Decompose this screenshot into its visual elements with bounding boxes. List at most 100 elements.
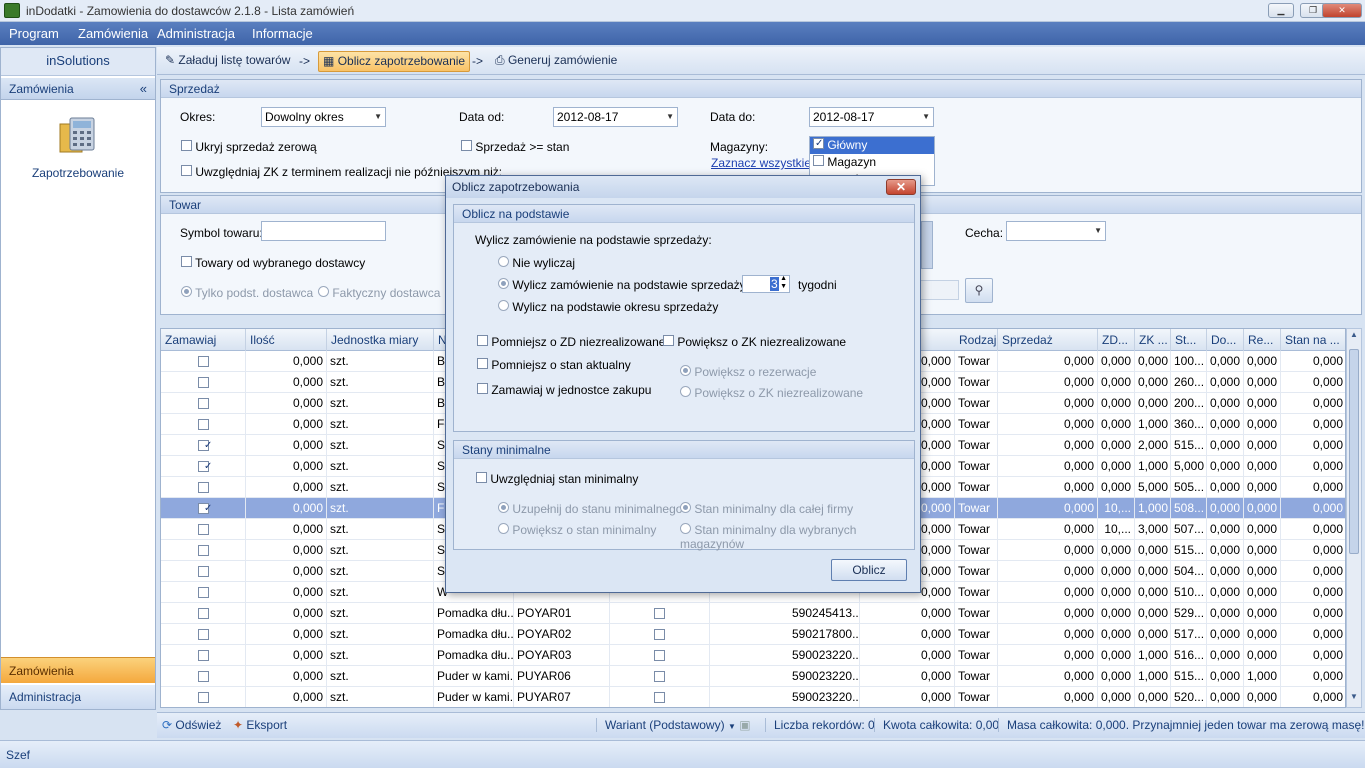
- feature-select[interactable]: ▼: [1006, 221, 1106, 241]
- period-select[interactable]: Dowolny okres ▼: [261, 107, 386, 127]
- spin-arrows-icon[interactable]: ▲ ▼: [780, 275, 787, 291]
- symbol-input[interactable]: [261, 221, 386, 241]
- row-checkbox[interactable]: [197, 566, 209, 578]
- date-to-picker[interactable]: 2012-08-17 ▼: [809, 107, 934, 127]
- warehouse-item-glowny[interactable]: Główny: [810, 137, 934, 154]
- calc-demand-button[interactable]: ▦ Oblicz zapotrzebowanie: [318, 51, 471, 72]
- radio-dot[interactable]: [680, 502, 691, 513]
- scroll-up-icon[interactable]: ▲: [1348, 330, 1360, 344]
- from-supplier-checkbox[interactable]: Towary od wybranego dostawcy: [181, 256, 365, 270]
- select-all-link[interactable]: Zaznacz wszystkie: [711, 156, 811, 170]
- menu-program[interactable]: Program: [5, 22, 63, 45]
- date-from-picker[interactable]: 2012-08-17 ▼: [553, 107, 678, 127]
- row-checkbox[interactable]: [197, 440, 209, 452]
- checkbox-box[interactable]: [477, 358, 488, 369]
- load-products-button[interactable]: ✎ Załaduj listę towarów: [161, 51, 294, 72]
- row-checkbox[interactable]: [197, 524, 209, 536]
- row-checkbox[interactable]: [654, 608, 665, 620]
- min-inc-radio[interactable]: Powiększ o stan minimalny: [498, 523, 656, 537]
- menu-informacje[interactable]: Informacje: [248, 22, 317, 45]
- menu-administracja[interactable]: Administracja: [153, 22, 239, 45]
- row-checkbox[interactable]: [197, 419, 209, 431]
- opt-none-radio[interactable]: Nie wyliczaj: [498, 256, 575, 270]
- col-stan[interactable]: Stan na ...: [1281, 329, 1345, 351]
- row-checkbox[interactable]: [197, 608, 209, 620]
- row-checkbox[interactable]: [197, 377, 209, 389]
- collapse-icon[interactable]: «: [140, 78, 147, 100]
- radio-dot[interactable]: [318, 286, 329, 297]
- actual-supplier-radio[interactable]: Faktyczny dostawca: [318, 286, 440, 300]
- row-checkbox[interactable]: [654, 650, 665, 662]
- radio-dot[interactable]: [498, 300, 509, 311]
- opt-weeks-radio[interactable]: Wylicz zamówienie na podstawie sprzedaży…: [498, 278, 762, 292]
- inc-zk2-radio[interactable]: Powiększ o ZK niezrealizowane: [680, 386, 863, 400]
- radio-dot[interactable]: [498, 278, 509, 289]
- col-ilosc[interactable]: Ilość: [246, 329, 327, 351]
- table-row[interactable]: 0,000 szt. Puder w kami... PUYAR07 590023220…: [161, 687, 1345, 707]
- opt-period-radio[interactable]: Wylicz na podstawie okresu sprzedaży: [498, 300, 718, 314]
- inc-reservation-radio[interactable]: Powiększ o rezerwacje: [680, 365, 816, 379]
- radio-dot[interactable]: [680, 386, 691, 397]
- refresh-button[interactable]: ⟳ Odśwież: [162, 718, 221, 732]
- list-scroll[interactable]: [921, 221, 933, 269]
- row-checkbox[interactable]: [197, 692, 209, 704]
- radio-dot[interactable]: [680, 523, 691, 534]
- col-re[interactable]: Re...: [1244, 329, 1281, 351]
- checkbox-box[interactable]: [813, 138, 824, 149]
- radio-dot[interactable]: [498, 502, 509, 513]
- export-button[interactable]: ✦ Eksport: [233, 718, 287, 732]
- min-selected-radio[interactable]: Stan minimalny dla wybranych magazynów: [680, 523, 914, 551]
- row-checkbox[interactable]: [197, 356, 209, 368]
- row-checkbox[interactable]: [654, 629, 665, 641]
- hide-zero-checkbox[interactable]: Ukryj sprzedaż zerową: [181, 140, 317, 154]
- row-checkbox[interactable]: [197, 629, 209, 641]
- checkbox-box[interactable]: [813, 155, 824, 166]
- grid-scrollbar[interactable]: ▲ ▼: [1346, 328, 1362, 708]
- sales-ge-stock-checkbox[interactable]: Sprzedaż >= stan: [461, 140, 569, 154]
- row-checkbox[interactable]: [654, 692, 665, 704]
- row-checkbox[interactable]: [197, 503, 209, 515]
- checkbox-box[interactable]: [663, 335, 674, 346]
- checkbox-box[interactable]: [181, 140, 192, 151]
- radio-dot[interactable]: [498, 256, 509, 267]
- col-do[interactable]: Do...: [1207, 329, 1244, 351]
- section-header-zamowienia[interactable]: Zamówienia «: [1, 78, 155, 100]
- radio-dot[interactable]: [680, 365, 691, 376]
- only-main-radio[interactable]: Tylko podst. dostawca: [181, 286, 313, 300]
- col-st[interactable]: St...: [1171, 329, 1207, 351]
- zapotrzebowanie-item[interactable]: Zapotrzebowanie: [1, 166, 155, 180]
- menu-zamowienia[interactable]: Zamówienia: [74, 22, 152, 45]
- checkbox-box[interactable]: [181, 165, 192, 176]
- col-rodzaj[interactable]: Rodzaj: [955, 329, 998, 351]
- reduce-stock-checkbox[interactable]: Pomniejsz o stan aktualny: [477, 358, 631, 372]
- table-row[interactable]: 0,000 szt. Pomadka dłu... POYAR01 590245413.…: [161, 603, 1345, 624]
- table-row[interactable]: 0,000 szt. Pomadka dłu... POYAR02 590217800.…: [161, 624, 1345, 645]
- weeks-stepper[interactable]: 3 ▲ ▼: [742, 275, 790, 293]
- min-fill-radio[interactable]: Uzupełnij do stanu minimalnego: [498, 502, 682, 516]
- table-row[interactable]: 0,000 szt. Pomadka dłu... POYAR03 590023220.…: [161, 645, 1345, 666]
- calculate-button[interactable]: Oblicz: [831, 559, 907, 581]
- checkbox-box[interactable]: [461, 140, 472, 151]
- col-sprzedaz[interactable]: Sprzedaż: [998, 329, 1098, 351]
- order-unit-checkbox[interactable]: Zamawiaj w jednostce zakupu: [477, 383, 651, 397]
- warehouse-item-pomocniczy[interactable]: Magazyn pomocniczy: [810, 154, 934, 186]
- row-checkbox[interactable]: [197, 461, 209, 473]
- row-checkbox[interactable]: [197, 482, 209, 494]
- col-zd[interactable]: ZD...: [1098, 329, 1135, 351]
- row-checkbox[interactable]: [654, 671, 665, 683]
- checkbox-box[interactable]: [476, 472, 487, 483]
- close-window-button[interactable]: ✕: [1322, 3, 1362, 18]
- weeks-value[interactable]: 3: [770, 277, 779, 291]
- row-checkbox[interactable]: [197, 650, 209, 662]
- scroll-thumb[interactable]: [1349, 349, 1359, 554]
- row-checkbox[interactable]: [197, 587, 209, 599]
- scroll-down-icon[interactable]: ▼: [1348, 692, 1360, 706]
- radio-dot[interactable]: [181, 286, 192, 297]
- min-check-checkbox[interactable]: Uwzględniaj stan minimalny: [476, 472, 638, 486]
- row-checkbox[interactable]: [197, 398, 209, 410]
- min-company-radio[interactable]: Stan minimalny dla całej firmy: [680, 502, 853, 516]
- col-jednostka[interactable]: Jednostka miary: [327, 329, 434, 351]
- nav-administracja[interactable]: Administracja: [1, 685, 155, 709]
- table-row[interactable]: 0,000 szt. Puder w kami... PUYAR06 590023220…: [161, 666, 1345, 687]
- generate-order-button[interactable]: ⎙ Generuj zamówienie: [491, 51, 621, 72]
